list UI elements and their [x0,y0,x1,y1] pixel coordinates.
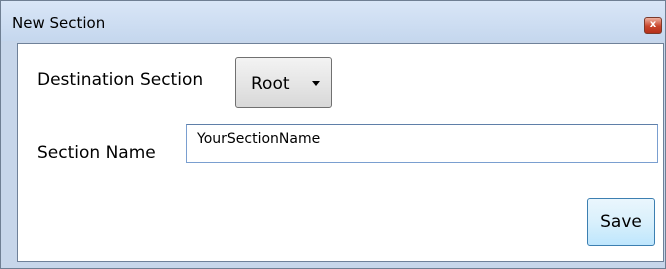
window-title: New Section [12,14,106,32]
chevron-down-icon [312,81,320,86]
dialog-window: New Section x Destination Section Root S… [0,0,666,269]
close-icon: x [649,19,657,30]
destination-section-dropdown[interactable]: Root [235,57,332,108]
destination-section-value: Root [251,74,290,94]
section-name-input[interactable] [186,124,658,163]
title-bar[interactable]: New Section x [1,1,665,41]
destination-section-label: Destination Section [37,70,204,90]
save-button[interactable]: Save [587,198,655,246]
close-button[interactable]: x [644,17,662,34]
dialog-content: Destination Section Root Section Name Sa… [17,43,664,262]
section-name-label: Section Name [37,143,156,163]
